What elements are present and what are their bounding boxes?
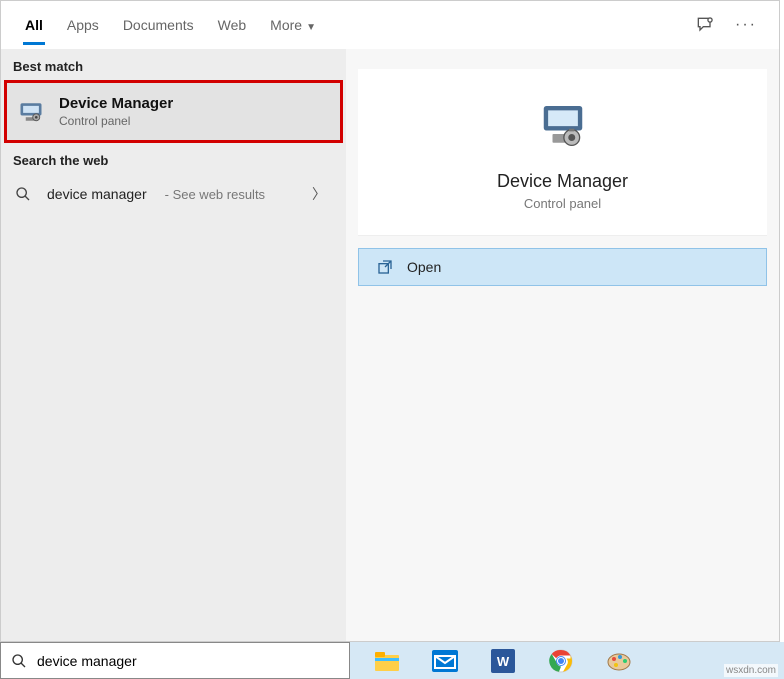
tabs-bar: All Apps Documents Web More▼ ···: [1, 1, 779, 49]
svg-text:W: W: [497, 654, 510, 669]
taskbar-word[interactable]: W: [486, 646, 520, 676]
preview-title: Device Manager: [368, 171, 757, 192]
search-bar[interactable]: [0, 642, 350, 679]
result-title: Device Manager: [59, 95, 173, 112]
watermark: wsxdn.com: [724, 664, 778, 677]
tab-documents[interactable]: Documents: [111, 5, 206, 45]
chevron-right-icon: 〉: [312, 184, 332, 204]
taskbar-chrome[interactable]: [544, 646, 578, 676]
taskbar-mail[interactable]: [428, 646, 462, 676]
search-panel: All Apps Documents Web More▼ ··· Best ma…: [0, 0, 780, 642]
web-search-result[interactable]: device manager - See web results 〉: [1, 174, 346, 214]
web-hint: - See web results: [165, 187, 265, 202]
open-icon: [377, 259, 393, 275]
chevron-down-icon: ▼: [306, 22, 316, 33]
preview-column: Device Manager Control panel Open: [346, 49, 779, 641]
open-action[interactable]: Open: [358, 248, 767, 286]
result-text: Device Manager Control panel: [59, 95, 173, 128]
tab-apps[interactable]: Apps: [55, 5, 111, 45]
feedback-icon[interactable]: [685, 15, 725, 35]
web-query: device manager: [47, 186, 147, 202]
open-label: Open: [407, 259, 441, 275]
tab-more[interactable]: More▼: [258, 5, 328, 45]
result-subtitle: Control panel: [59, 114, 173, 128]
results-column: Best match Device Manager Control panel …: [1, 49, 346, 641]
more-options-icon[interactable]: ···: [725, 16, 767, 34]
search-input[interactable]: [37, 653, 339, 669]
taskbar-explorer[interactable]: [370, 646, 404, 676]
best-match-result[interactable]: Device Manager Control panel: [4, 80, 343, 143]
taskbar-paint[interactable]: [602, 646, 636, 676]
preview-subtitle: Control panel: [368, 196, 757, 211]
preview-card: Device Manager Control panel: [358, 69, 767, 236]
search-web-heading: Search the web: [1, 143, 346, 174]
taskbar: W: [350, 642, 784, 679]
device-manager-large-icon: [535, 99, 591, 155]
tab-web[interactable]: Web: [206, 5, 259, 45]
search-icon: [15, 186, 33, 202]
tab-all[interactable]: All: [13, 5, 55, 45]
best-match-heading: Best match: [1, 49, 346, 80]
content-area: Best match Device Manager Control panel …: [1, 49, 779, 641]
search-icon: [11, 653, 27, 669]
device-manager-icon: [17, 98, 45, 126]
